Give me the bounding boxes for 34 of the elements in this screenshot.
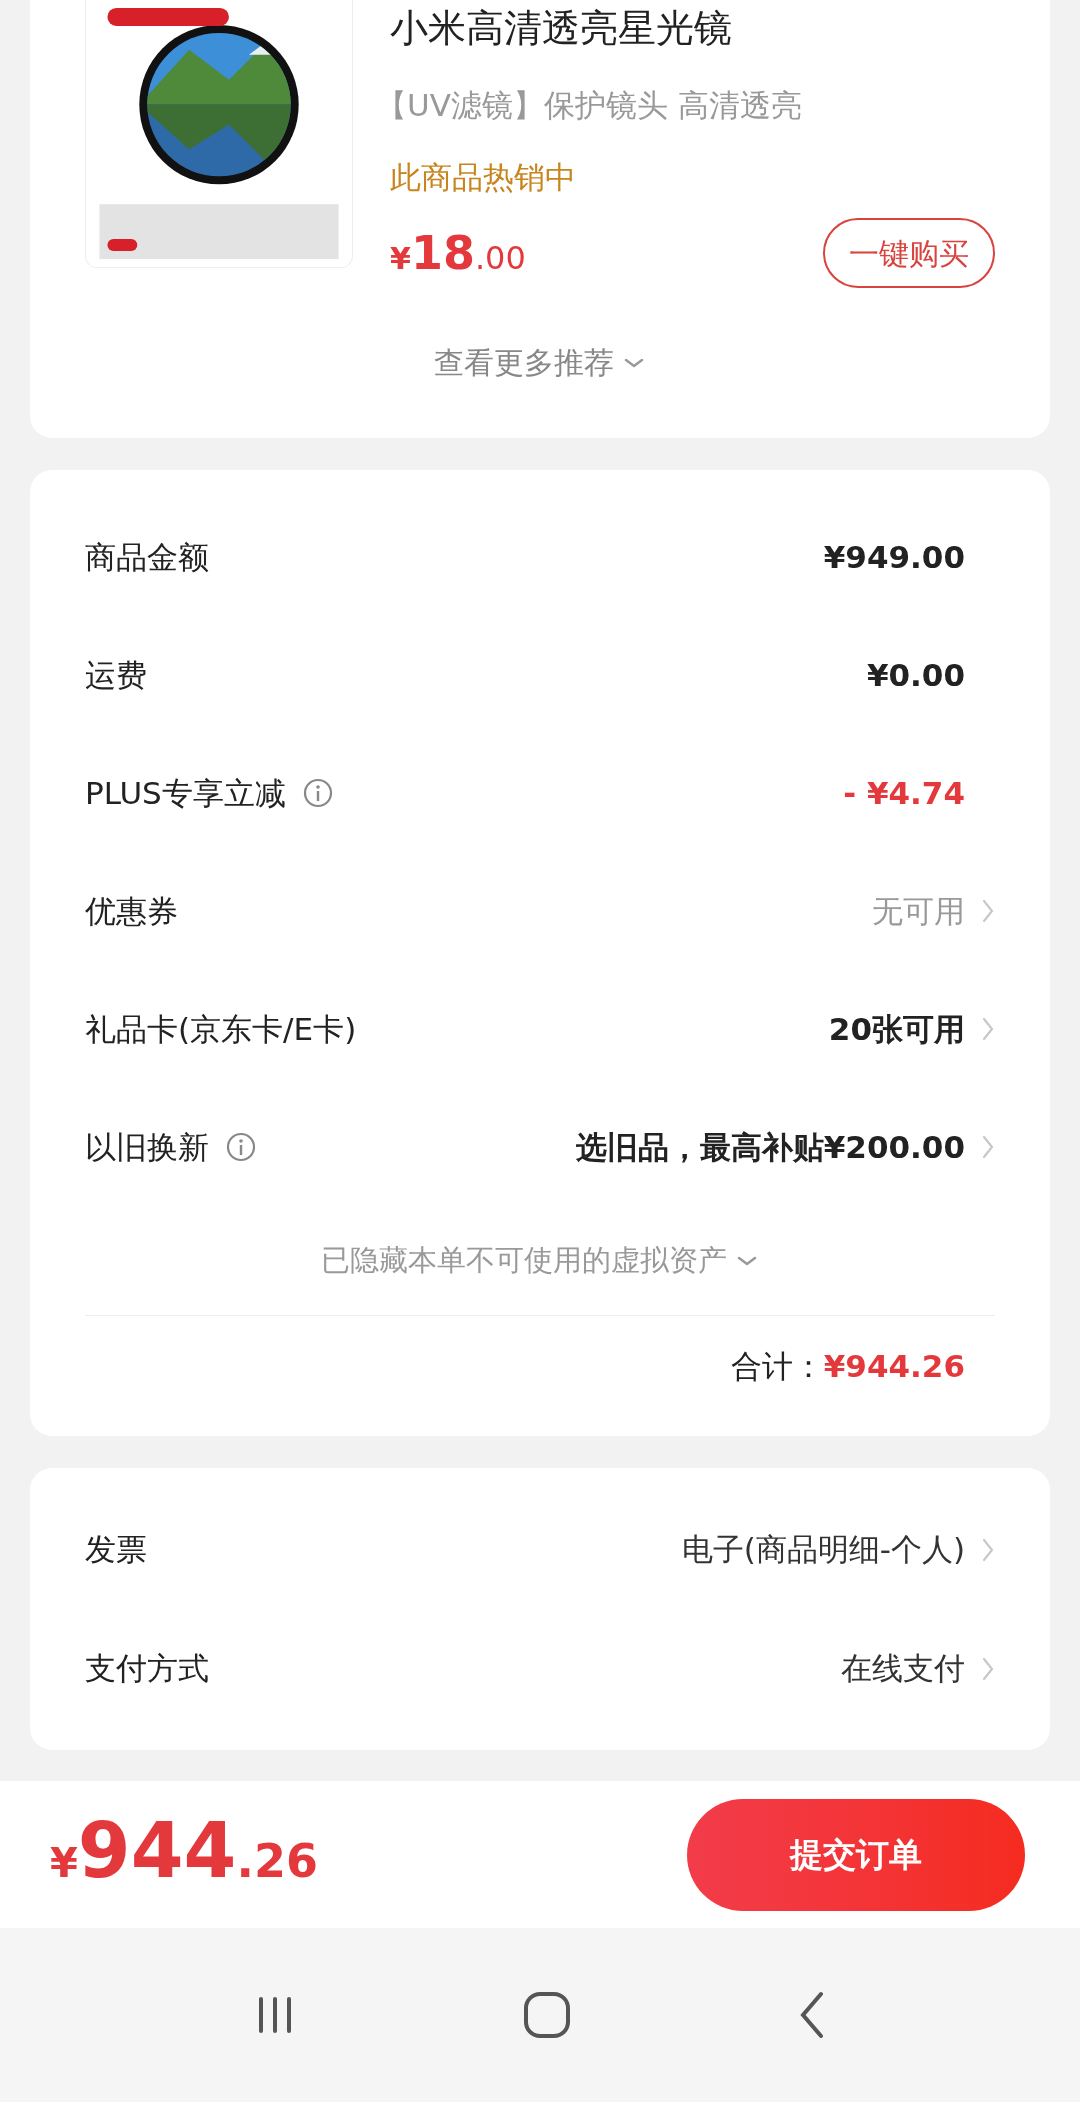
row-label: 商品金额 bbox=[85, 537, 209, 577]
total-price: ¥944.26 bbox=[50, 1813, 318, 1896]
row-label: 发票 bbox=[85, 1530, 147, 1570]
row-value[interactable]: 无可用 bbox=[872, 887, 965, 935]
info-icon[interactable] bbox=[301, 777, 334, 809]
submit-order-button[interactable]: 提交订单 bbox=[687, 1798, 1025, 1911]
chevron-right-icon bbox=[981, 1536, 995, 1563]
more-recommend-button[interactable]: 查看更多推荐 bbox=[434, 340, 646, 385]
row-value: 在线支付 bbox=[841, 1649, 965, 1689]
row-value[interactable]: 20张可用 bbox=[828, 1005, 965, 1053]
row-value: - ¥4.74 bbox=[843, 773, 965, 813]
product-subtitle: 【UV滤镜】保护镜头 高清透亮 bbox=[376, 86, 803, 125]
row-label: 优惠券 bbox=[85, 891, 178, 931]
row-label: 支付方式 bbox=[85, 1649, 209, 1689]
hot-sale-label: 此商品热销中 bbox=[390, 158, 577, 197]
row-value: ¥949.00 bbox=[823, 537, 965, 577]
chevron-right-icon bbox=[981, 1655, 995, 1682]
info-icon[interactable] bbox=[225, 1131, 257, 1163]
product-title: 小米高清透亮星光镜 bbox=[390, 5, 733, 52]
home-icon[interactable] bbox=[522, 1990, 572, 2040]
total-label: 合计： bbox=[730, 1346, 824, 1386]
row-label: 以旧换新 bbox=[85, 1127, 209, 1167]
row-value: ¥0.00 bbox=[866, 655, 965, 695]
hidden-assets-toggle[interactable]: 已隐藏本单不可使用的虚拟资产 bbox=[321, 1238, 759, 1283]
row-value: 电子(商品明细-个人) bbox=[681, 1530, 965, 1570]
row-label: 运费 bbox=[85, 655, 147, 695]
row-label: 礼品卡(京东卡/E卡) bbox=[85, 1009, 357, 1049]
option-row[interactable]: 支付方式 在线支付 bbox=[85, 1609, 995, 1728]
row-label: PLUS专享立减 bbox=[85, 773, 286, 813]
buy-now-button[interactable]: 一键购买 bbox=[823, 218, 995, 288]
product-price: ¥18.00 bbox=[390, 224, 526, 282]
row-value[interactable]: 选旧品，最高补贴¥200.00 bbox=[575, 1123, 965, 1171]
option-row[interactable]: 发票 电子(商品明细-个人) bbox=[85, 1490, 995, 1609]
total-value: ¥944.26 bbox=[823, 1346, 965, 1386]
